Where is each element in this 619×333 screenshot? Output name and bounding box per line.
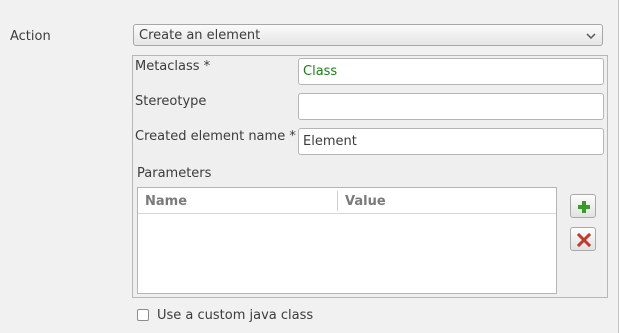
column-header-value[interactable]: Value xyxy=(345,194,386,209)
chevron-down-icon xyxy=(586,30,596,40)
column-divider xyxy=(337,191,338,211)
created-element-name-value: Element xyxy=(303,134,357,149)
parameters-table-header: Name Value xyxy=(138,188,556,214)
stereotype-label: Stereotype xyxy=(135,94,207,109)
metaclass-label: Metaclass * xyxy=(135,59,211,74)
action-dropdown[interactable]: Create an element xyxy=(133,24,603,46)
metaclass-field[interactable]: Class xyxy=(298,58,604,85)
created-element-name-field[interactable]: Element xyxy=(298,128,604,155)
x-icon xyxy=(577,233,591,247)
stereotype-field[interactable] xyxy=(298,93,604,120)
created-element-name-label: Created element name * xyxy=(135,129,296,144)
parameters-table[interactable]: Name Value xyxy=(137,187,557,294)
parameters-label: Parameters xyxy=(137,166,212,181)
custom-java-class-label[interactable]: Use a custom java class xyxy=(157,308,313,323)
add-parameter-button[interactable] xyxy=(570,194,596,218)
plus-icon xyxy=(578,201,590,213)
remove-parameter-button[interactable] xyxy=(570,227,596,251)
action-dropdown-value: Create an element xyxy=(139,28,261,43)
action-label: Action xyxy=(10,29,51,44)
column-header-name[interactable]: Name xyxy=(145,194,187,209)
custom-java-class-checkbox[interactable] xyxy=(137,309,149,321)
metaclass-value: Class xyxy=(303,64,338,79)
